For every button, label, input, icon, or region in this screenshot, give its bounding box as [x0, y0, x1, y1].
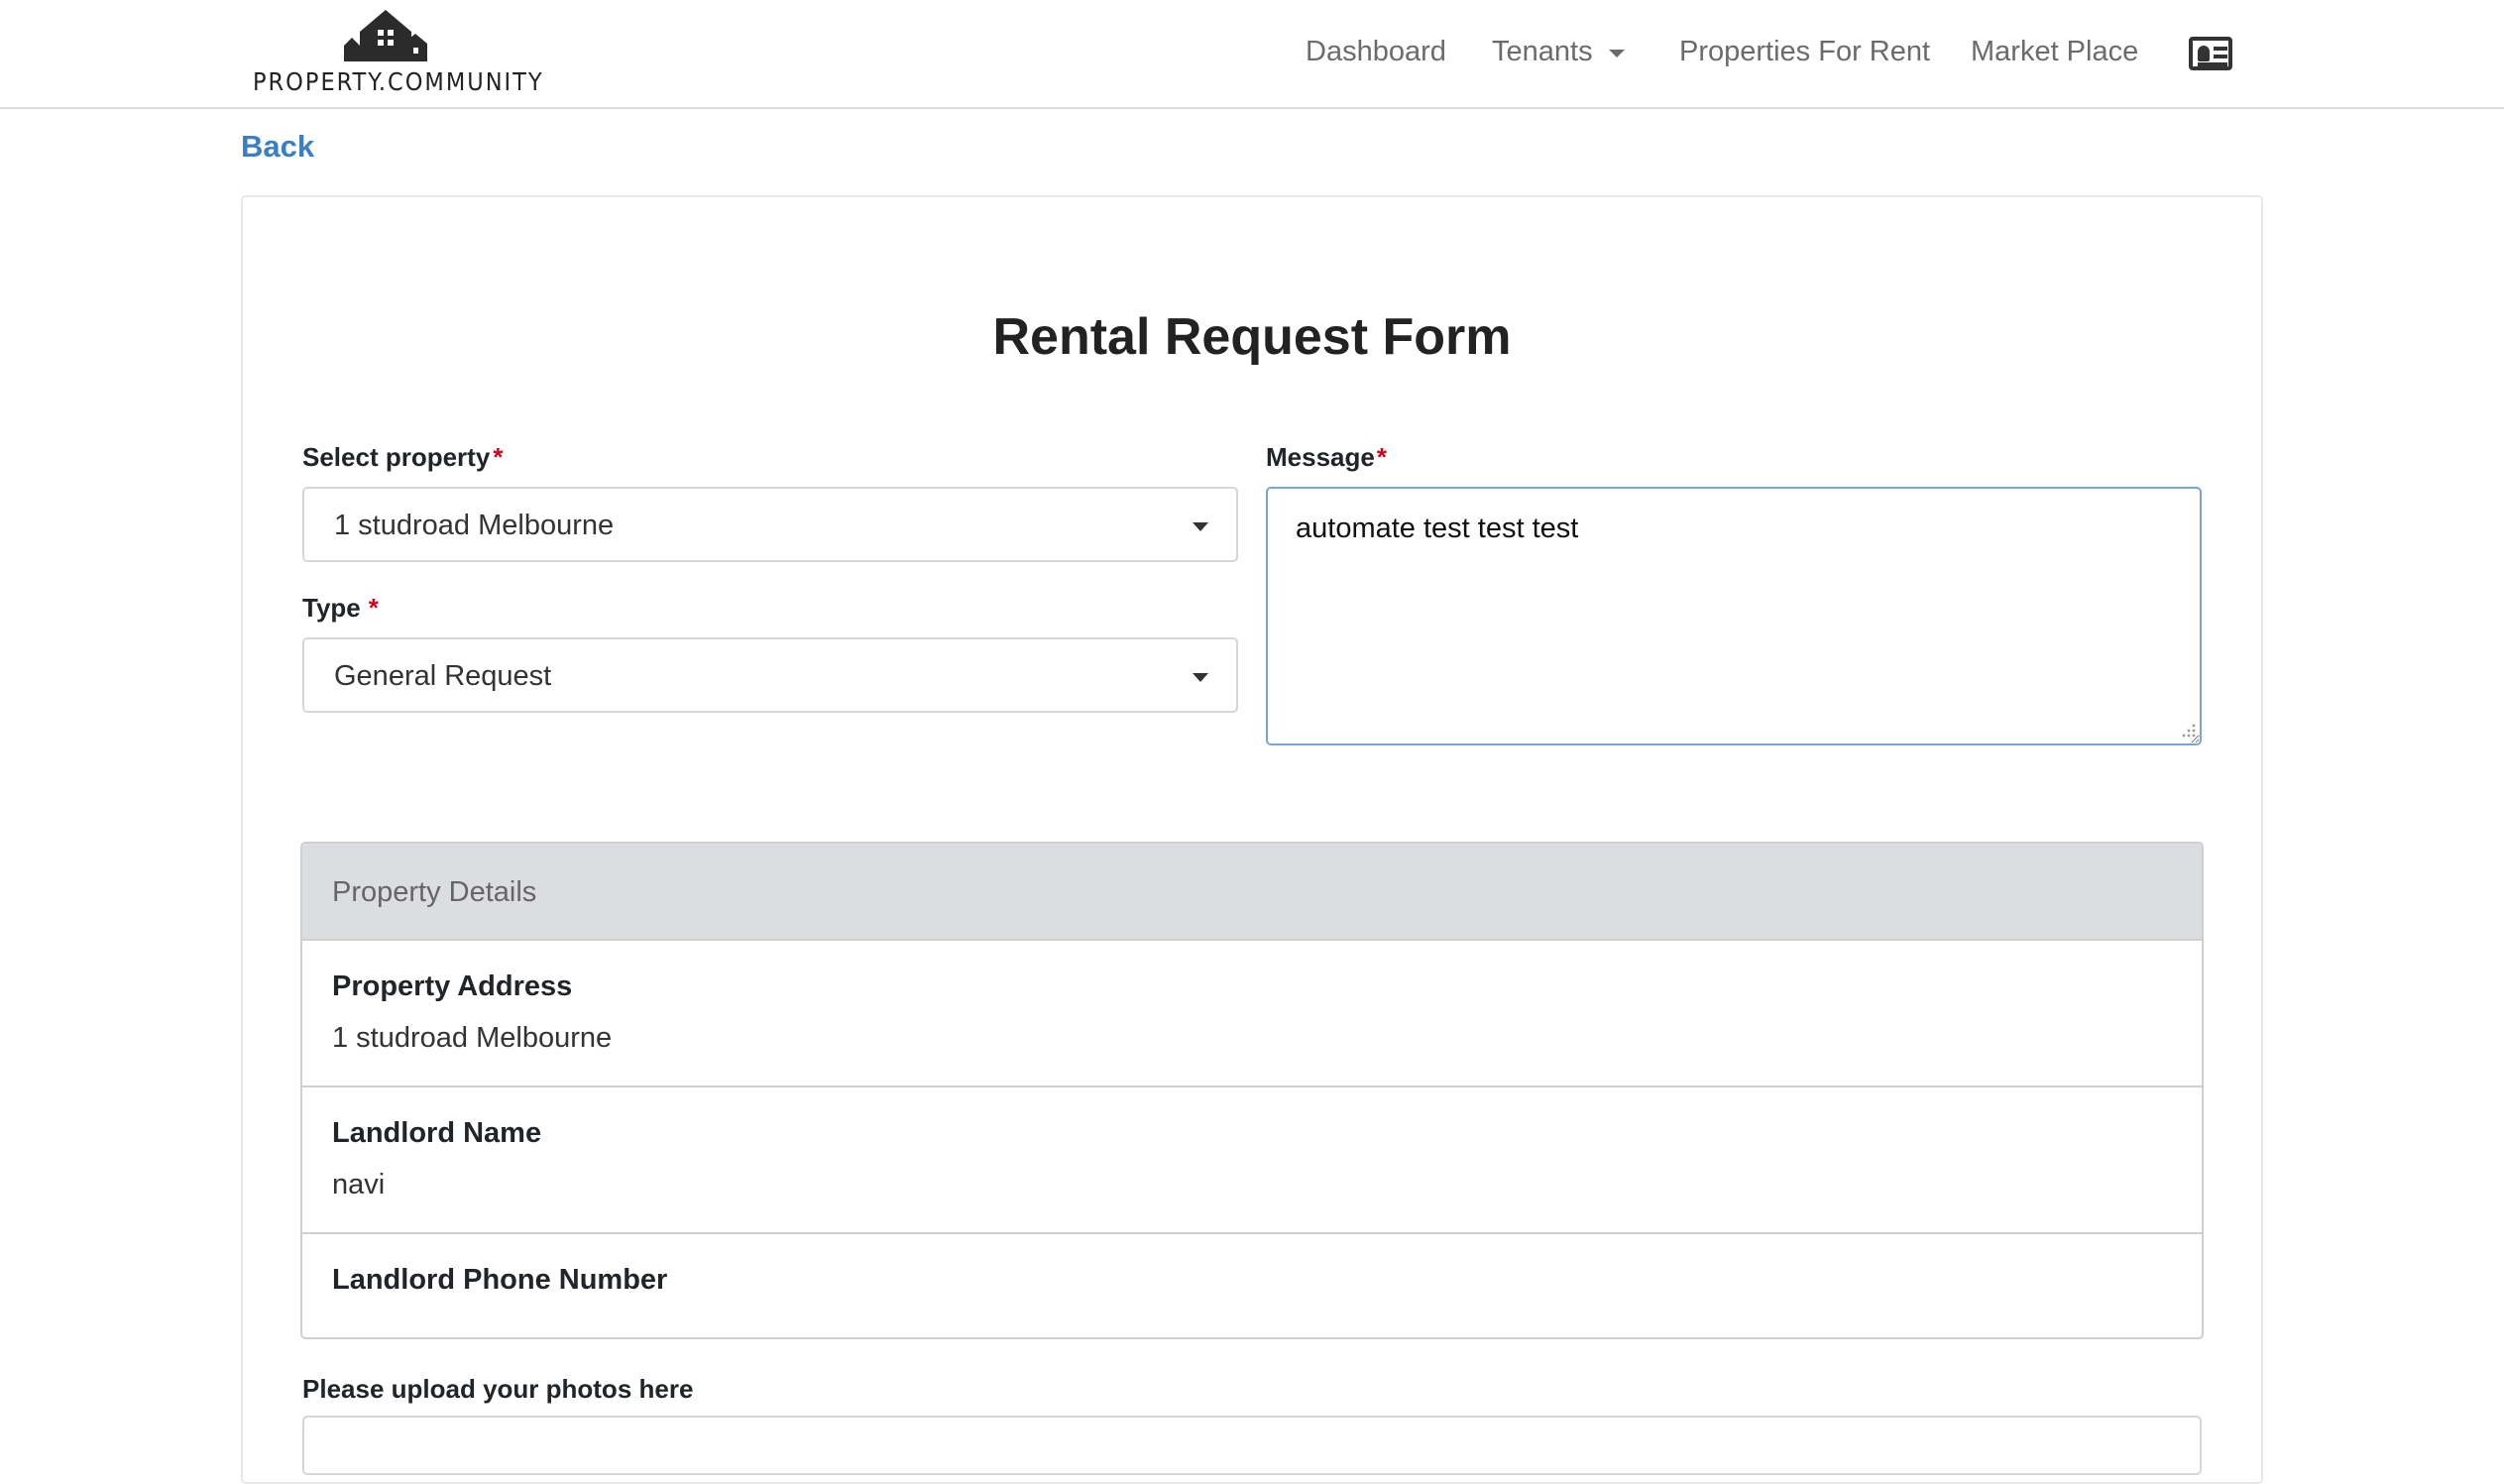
nav-dashboard[interactable]: Dashboard: [1306, 36, 1446, 68]
required-marker: *: [368, 593, 379, 623]
upload-photos-dropzone[interactable]: [302, 1416, 2202, 1475]
landlord-name-row: Landlord Name navi: [302, 1087, 2202, 1234]
chevron-down-icon: [1193, 522, 1208, 531]
property-details-header: Property Details: [302, 844, 2202, 941]
type-dropdown[interactable]: General Request: [302, 637, 1238, 713]
id-card-icon[interactable]: [2189, 37, 2232, 70]
type-value: General Request: [334, 660, 552, 692]
page-title: Rental Request Form: [992, 308, 1512, 366]
landlord-name-label: Landlord Name: [332, 1117, 542, 1149]
top-navbar: PROPERTY.COMMUNITY Dashboard Tenants Pro…: [0, 0, 2504, 109]
required-marker: *: [493, 442, 504, 472]
back-link[interactable]: Back: [241, 129, 314, 165]
select-property-value: 1 studroad Melbourne: [334, 510, 615, 541]
nav-properties-for-rent[interactable]: Properties For Rent: [1679, 36, 1930, 68]
property-address-label: Property Address: [332, 970, 573, 1002]
landlord-phone-label: Landlord Phone Number: [332, 1264, 668, 1296]
nav-market-place[interactable]: Market Place: [1971, 36, 2138, 68]
select-property-dropdown[interactable]: 1 studroad Melbourne: [302, 487, 1238, 562]
upload-photos-label: Please upload your photos here: [302, 1374, 694, 1404]
message-label: Message*: [1266, 442, 1387, 472]
chevron-down-icon[interactable]: [1609, 50, 1625, 57]
required-marker: *: [1376, 442, 1387, 472]
property-details-panel: Property Details Property Address 1 stud…: [300, 842, 2204, 1339]
logo-text: PROPERTY.COMMUNITY: [253, 67, 544, 96]
houses-logo-icon: [344, 10, 427, 61]
property-details-heading: Property Details: [332, 876, 537, 908]
property-address-row: Property Address 1 studroad Melbourne: [302, 941, 2202, 1087]
id-card-face: [2198, 46, 2210, 61]
chevron-down-icon: [1193, 673, 1208, 682]
landlord-name-value: navi: [332, 1169, 386, 1200]
logo[interactable]: PROPERTY.COMMUNITY: [253, 8, 544, 99]
resize-grip-icon[interactable]: [2179, 722, 2197, 740]
nav-tenants[interactable]: Tenants: [1492, 36, 1593, 68]
type-label: Type *: [302, 593, 379, 623]
property-address-value: 1 studroad Melbourne: [332, 1022, 613, 1054]
message-textarea[interactable]: automate test test test: [1266, 487, 2202, 745]
landlord-phone-row: Landlord Phone Number: [302, 1234, 2202, 1337]
select-property-label: Select property *: [302, 442, 504, 472]
